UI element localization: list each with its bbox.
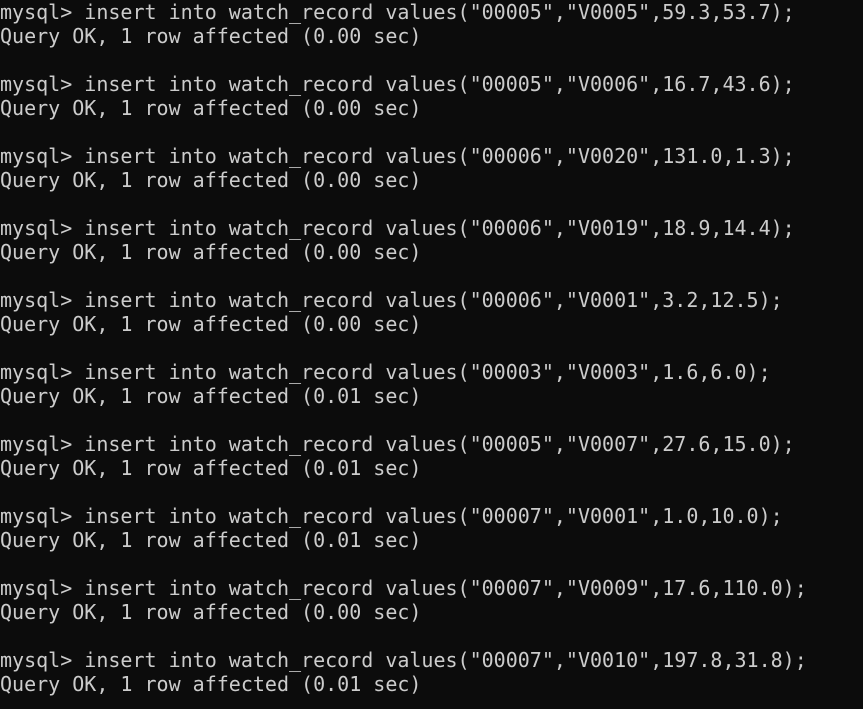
result-line: Query OK, 1 row affected (0.00 sec) bbox=[0, 240, 422, 264]
command-line: mysql> insert into watch_record values("… bbox=[0, 432, 795, 456]
command-line: mysql> insert into watch_record values("… bbox=[0, 576, 807, 600]
result-line: Query OK, 1 row affected (0.00 sec) bbox=[0, 312, 422, 336]
command-line: mysql> insert into watch_record values("… bbox=[0, 648, 807, 672]
command-line: mysql> insert into watch_record values("… bbox=[0, 72, 795, 96]
command-line: mysql> insert into watch_record values("… bbox=[0, 0, 795, 24]
terminal-window[interactable]: mysql> insert into watch_record values("… bbox=[0, 0, 863, 709]
result-line: Query OK, 1 row affected (0.01 sec) bbox=[0, 528, 422, 552]
terminal-entry: mysql> insert into watch_record values("… bbox=[0, 216, 863, 264]
result-line: Query OK, 1 row affected (0.00 sec) bbox=[0, 24, 422, 48]
result-line: Query OK, 1 row affected (0.00 sec) bbox=[0, 168, 422, 192]
command-line: mysql> insert into watch_record values("… bbox=[0, 216, 795, 240]
command-line: mysql> insert into watch_record values("… bbox=[0, 504, 783, 528]
terminal-entry: mysql> insert into watch_record values("… bbox=[0, 144, 863, 192]
command-line: mysql> insert into watch_record values("… bbox=[0, 144, 795, 168]
result-line: Query OK, 1 row affected (0.00 sec) bbox=[0, 600, 422, 624]
result-line: Query OK, 1 row affected (0.01 sec) bbox=[0, 672, 422, 696]
terminal-entry: mysql> insert into watch_record values("… bbox=[0, 288, 863, 336]
terminal-entry: mysql> insert into watch_record values("… bbox=[0, 360, 863, 408]
result-line: Query OK, 1 row affected (0.00 sec) bbox=[0, 96, 422, 120]
terminal-entry: mysql> insert into watch_record values("… bbox=[0, 648, 863, 696]
terminal-entry: mysql> insert into watch_record values("… bbox=[0, 432, 863, 480]
terminal-entry: mysql> insert into watch_record values("… bbox=[0, 0, 863, 48]
result-line: Query OK, 1 row affected (0.01 sec) bbox=[0, 384, 422, 408]
terminal-entry: mysql> insert into watch_record values("… bbox=[0, 576, 863, 624]
result-line: Query OK, 1 row affected (0.01 sec) bbox=[0, 456, 422, 480]
command-line: mysql> insert into watch_record values("… bbox=[0, 288, 783, 312]
terminal-entry: mysql> insert into watch_record values("… bbox=[0, 504, 863, 552]
command-line: mysql> insert into watch_record values("… bbox=[0, 360, 771, 384]
terminal-entry: mysql> insert into watch_record values("… bbox=[0, 72, 863, 120]
